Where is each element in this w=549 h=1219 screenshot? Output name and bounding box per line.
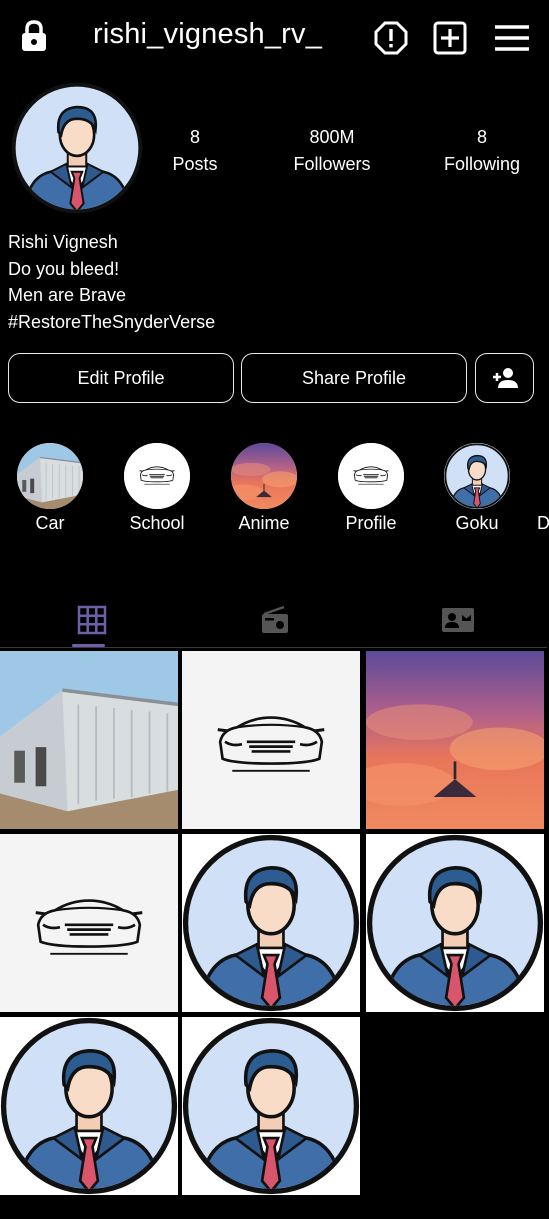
highlight-label: Car xyxy=(35,513,65,533)
profile-avatar[interactable] xyxy=(11,82,143,214)
post-thumbnail[interactable] xyxy=(0,1017,178,1195)
post-thumbnail[interactable] xyxy=(182,834,360,1012)
alert-icon[interactable] xyxy=(373,20,409,56)
highlight-goku[interactable]: Goku xyxy=(442,443,512,534)
bio-line: Do you bleed! xyxy=(8,258,120,279)
tab-reels[interactable] xyxy=(183,598,366,642)
highlight-thumbnail xyxy=(338,443,404,509)
tab-tagged[interactable] xyxy=(366,598,549,642)
highlight-label: Anime xyxy=(238,513,290,533)
highlight-profile[interactable]: Profile xyxy=(336,443,406,534)
stat-followers-value: 800M xyxy=(309,127,355,147)
highlight-thumbnail xyxy=(17,443,83,509)
post-thumbnail[interactable] xyxy=(0,651,178,829)
highlight-anime[interactable]: Anime xyxy=(229,443,299,534)
lock-icon xyxy=(22,20,46,51)
post-thumbnail[interactable] xyxy=(366,651,544,829)
highlight-thumbnail xyxy=(124,443,190,509)
add-post-icon[interactable] xyxy=(432,20,468,56)
stat-following[interactable]: 8 Following xyxy=(427,124,537,178)
stat-posts-value: 8 xyxy=(189,127,200,147)
grid-divider xyxy=(0,647,547,648)
bio-line: Men are Brave xyxy=(8,285,127,305)
stat-posts[interactable]: 8 Posts xyxy=(150,124,240,178)
stat-following-value: 8 xyxy=(476,127,487,147)
highlight-thumbnail xyxy=(231,443,297,509)
bio-hashtag[interactable]: #RestoreTheSnyderVerse xyxy=(8,309,215,336)
highlight-school[interactable]: School xyxy=(122,443,192,534)
bio-name: Rishi Vignesh xyxy=(8,232,118,252)
highlight-car[interactable]: Car xyxy=(15,443,85,534)
stat-posts-label: Posts xyxy=(172,154,218,174)
profile-username[interactable]: rishi_vignesh_rv_ xyxy=(93,18,322,51)
contact-card-icon xyxy=(441,608,474,632)
post-thumbnail[interactable] xyxy=(182,1017,360,1195)
highlight-thumbnail xyxy=(444,443,510,509)
stat-followers[interactable]: 800M Followers xyxy=(272,124,392,178)
highlight-label: School xyxy=(129,513,185,533)
radio-icon xyxy=(261,605,288,633)
discover-people-button[interactable] xyxy=(475,353,534,403)
edit-profile-button[interactable]: Edit Profile xyxy=(8,353,234,403)
post-thumbnail[interactable] xyxy=(0,834,178,1012)
share-profile-button[interactable]: Share Profile xyxy=(241,353,467,403)
highlight-label: Goku xyxy=(455,513,499,533)
stat-followers-label: Followers xyxy=(293,154,371,174)
profile-bio: Rishi Vignesh Do you bleed! Men are Brav… xyxy=(8,229,215,335)
add-person-icon xyxy=(492,368,518,388)
highlight-label-partial[interactable]: D xyxy=(537,513,549,534)
stat-following-label: Following xyxy=(443,154,521,174)
tab-posts-grid[interactable] xyxy=(0,598,183,642)
post-thumbnail[interactable] xyxy=(182,651,360,829)
grid-icon xyxy=(77,605,106,635)
menu-icon[interactable] xyxy=(494,20,530,56)
post-thumbnail[interactable] xyxy=(366,834,544,1012)
highlight-label: Profile xyxy=(345,513,397,533)
